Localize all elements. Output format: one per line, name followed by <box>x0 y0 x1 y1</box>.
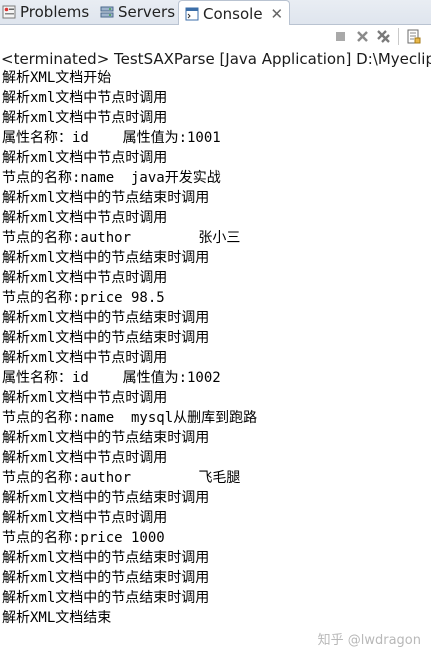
console-line: 解析xml文档中节点时调用 <box>2 510 168 526</box>
console-line: 节点的名称:name mysql从删库到跑路 <box>2 410 258 426</box>
console-line: 解析xml文档中节点时调用 <box>2 270 168 286</box>
toolbar-separator <box>398 28 399 45</box>
view-tab-bar: Problems Servers Console ✕ <box>0 0 431 26</box>
console-line: 节点的名称:name java开发实战 <box>2 170 221 186</box>
console-line: 解析xml文档中的节点结束时调用 <box>2 250 210 266</box>
console-line: 属性名称：id 属性值为:1002 <box>2 370 221 386</box>
console-line: 解析xml文档中节点时调用 <box>2 110 168 126</box>
servers-icon <box>100 6 114 18</box>
tab-servers[interactable]: Servers <box>100 0 175 24</box>
watermark: 知乎 @lwdragon <box>317 633 421 648</box>
console-line: 节点的名称:price 1000 <box>2 530 165 546</box>
tab-problems[interactable]: Problems <box>2 0 89 24</box>
console-line: 属性名称：id 属性值为:1001 <box>2 130 221 146</box>
console-line: 解析xml文档中的节点结束时调用 <box>2 310 210 326</box>
close-tab-icon[interactable]: ✕ <box>271 5 284 23</box>
console-line: 解析xml文档中节点时调用 <box>2 450 168 466</box>
console-line: 解析XML文档开始 <box>2 70 112 86</box>
console-line: 节点的名称:price 98.5 <box>2 290 165 306</box>
console-line: 解析xml文档中节点时调用 <box>2 390 168 406</box>
console-toolbar <box>0 25 431 47</box>
console-line: 解析xml文档中的节点结束时调用 <box>2 430 210 446</box>
problems-icon <box>2 5 16 19</box>
console-line: 解析xml文档中节点时调用 <box>2 150 168 166</box>
console-line: 解析xml文档中节点时调用 <box>2 350 168 366</box>
console-line: 解析xml文档中的节点结束时调用 <box>2 190 210 206</box>
remove-launch-icon[interactable] <box>355 29 370 44</box>
console-line: 解析xml文档中节点时调用 <box>2 90 168 106</box>
tab-problems-label: Problems <box>20 3 90 21</box>
console-line: 解析XML文档结束 <box>2 610 112 626</box>
tab-console[interactable]: Console ✕ <box>178 0 291 26</box>
clear-console-icon[interactable] <box>406 29 421 44</box>
console-line: 解析xml文档中的节点结束时调用 <box>2 590 210 606</box>
console-line: 节点的名称:author 飞毛腿 <box>2 470 241 486</box>
console-line: 解析xml文档中的节点结束时调用 <box>2 550 210 566</box>
console-line: 解析xml文档中的节点结束时调用 <box>2 490 210 506</box>
console-line: 节点的名称:author 张小三 <box>2 230 241 246</box>
console-line: 解析xml文档中的节点结束时调用 <box>2 330 210 346</box>
console-line: 解析xml文档中的节点结束时调用 <box>2 570 210 586</box>
terminate-icon[interactable] <box>333 29 348 44</box>
console-output[interactable]: 解析XML文档开始 解析xml文档中节点时调用 解析xml文档中节点时调用 属性名称：… <box>0 68 431 662</box>
console-line: 解析xml文档中节点时调用 <box>2 210 168 226</box>
tab-servers-label: Servers <box>118 3 176 21</box>
tab-console-label: Console <box>203 4 263 23</box>
remove-all-terminated-icon[interactable] <box>376 29 391 44</box>
console-icon <box>185 7 199 20</box>
